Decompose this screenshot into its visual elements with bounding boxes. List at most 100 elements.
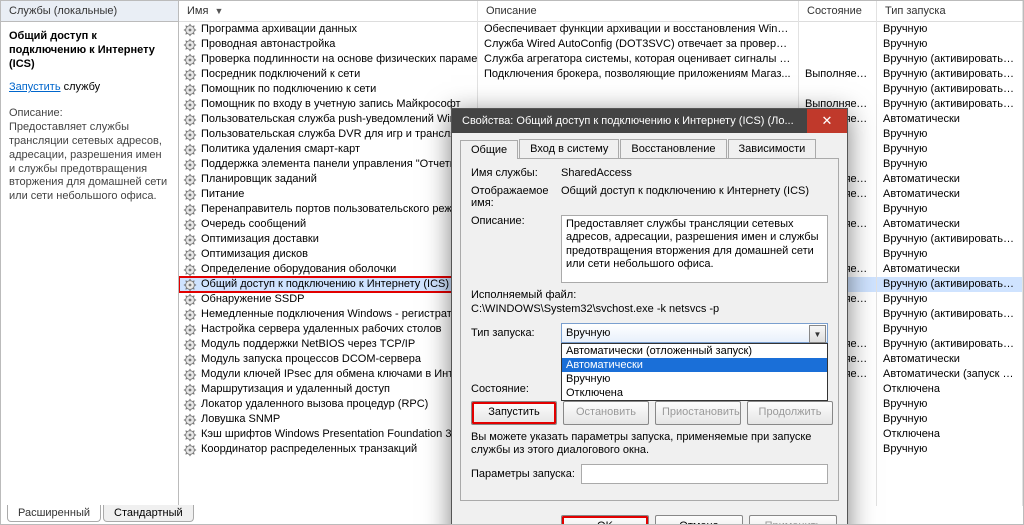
gear-icon	[183, 248, 197, 262]
service-row-startup[interactable]: Вручную (активировать з...	[877, 67, 1022, 82]
service-row-startup[interactable]: Вручную	[877, 142, 1022, 157]
service-row-name[interactable]: Локатор удаленного вызова процедур (RPC)	[179, 397, 477, 412]
service-row-name[interactable]: Модуль поддержки NetBIOS через TCP/IP	[179, 337, 477, 352]
service-row-startup[interactable]: Вручную	[877, 157, 1022, 172]
service-row-startup[interactable]: Автоматически	[877, 112, 1022, 127]
service-row-state[interactable]	[799, 37, 876, 52]
column-header-state[interactable]: Состояние	[799, 1, 876, 22]
service-row-startup[interactable]: Вручную (активировать з...	[877, 52, 1022, 67]
service-row-name[interactable]: Оптимизация доставки	[179, 232, 477, 247]
dialog-tab-recovery[interactable]: Восстановление	[620, 139, 726, 158]
service-row-startup[interactable]: Вручную	[877, 397, 1022, 412]
close-icon: ✕	[822, 113, 833, 129]
service-row-startup[interactable]: Вручную	[877, 412, 1022, 427]
service-row-name[interactable]: Помощник по подключению к сети	[179, 82, 477, 97]
startup-option[interactable]: Автоматически	[562, 358, 827, 372]
service-row-name[interactable]: Помощник по входу в учетную запись Майкр…	[179, 97, 477, 112]
service-row-name[interactable]: Проводная автонастройка	[179, 37, 477, 52]
startup-type-value: Вручную	[561, 323, 828, 343]
service-row-desc[interactable]	[478, 82, 798, 97]
service-row-name[interactable]: Пользовательская служба DVR для игр и тр…	[179, 127, 477, 142]
service-row-startup[interactable]: Автоматически	[877, 187, 1022, 202]
startup-option[interactable]: Отключена	[562, 386, 827, 400]
service-row-startup[interactable]: Отключена	[877, 427, 1022, 442]
service-row-startup[interactable]: Вручную	[877, 127, 1022, 142]
service-row-startup[interactable]: Вручную	[877, 37, 1022, 52]
service-row-startup[interactable]: Вручную (активировать з...	[877, 97, 1022, 112]
column-header-description[interactable]: Описание	[478, 1, 798, 22]
service-row-state[interactable]: Выполняется	[799, 67, 876, 82]
service-row-desc[interactable]: Служба Wired AutoConfig (DOT3SVC) отвеча…	[478, 37, 798, 52]
service-row-name[interactable]: Настройка сервера удаленных рабочих стол…	[179, 322, 477, 337]
service-row-startup[interactable]: Автоматически	[877, 262, 1022, 277]
service-row-name[interactable]: Питание	[179, 187, 477, 202]
service-row-desc[interactable]: Обеспечивает функции архивации и восстан…	[478, 22, 798, 37]
tab-standard[interactable]: Стандартный	[103, 505, 194, 522]
service-row-startup[interactable]: Автоматически	[877, 172, 1022, 187]
start-service-link[interactable]: Запустить	[9, 81, 61, 93]
service-row-startup[interactable]: Вручную	[877, 247, 1022, 262]
start-params-input[interactable]	[581, 464, 828, 484]
service-row-state[interactable]	[799, 82, 876, 97]
service-row-name[interactable]: Кэш шрифтов Windows Presentation Foundat…	[179, 427, 477, 442]
service-row-startup[interactable]: Вручную	[877, 202, 1022, 217]
cancel-button[interactable]: Отмена	[655, 515, 743, 525]
service-row-name[interactable]: Проверка подлинности на основе физически…	[179, 52, 477, 67]
service-row-startup[interactable]: Вручную	[877, 442, 1022, 457]
dialog-tab-dependencies[interactable]: Зависимости	[728, 139, 817, 158]
gear-icon	[183, 188, 197, 202]
service-row-state[interactable]	[799, 52, 876, 67]
service-row-startup[interactable]: Вручную (активировать з...	[877, 277, 1022, 292]
service-row-startup[interactable]: Вручную	[877, 22, 1022, 37]
service-row-name[interactable]: Планировщик заданий	[179, 172, 477, 187]
service-row-startup[interactable]: Отключена	[877, 382, 1022, 397]
column-header-startup[interactable]: Тип запуска	[877, 1, 1022, 22]
service-row-startup[interactable]: Вручную (активировать з...	[877, 337, 1022, 352]
dialog-tab-general[interactable]: Общие	[460, 140, 518, 159]
service-row-startup[interactable]: Автоматически	[877, 352, 1022, 367]
service-row-name[interactable]: Посредник подключений к сети	[179, 67, 477, 82]
service-row-name[interactable]: Модуль запуска процессов DCOM-сервера	[179, 352, 477, 367]
service-row-name[interactable]: Ловушка SNMP	[179, 412, 477, 427]
start-button[interactable]: Запустить	[471, 401, 557, 425]
service-row-desc[interactable]: Служба агрегатора системы, которая оцени…	[478, 52, 798, 67]
service-row-state[interactable]	[799, 22, 876, 37]
service-row-startup[interactable]: Автоматически	[877, 217, 1022, 232]
dialog-tab-logon[interactable]: Вход в систему	[519, 139, 619, 158]
service-row-startup[interactable]: Вручную (активировать з...	[877, 307, 1022, 322]
service-row-name[interactable]: Перенаправитель портов пользовательского…	[179, 202, 477, 217]
ok-button[interactable]: OK	[561, 515, 649, 525]
service-row-name[interactable]: Определение оборудования оболочки	[179, 262, 477, 277]
description-textarea[interactable]: Предоставляет службы трансляции сетевых …	[561, 215, 828, 283]
service-row-name[interactable]: Поддержка элемента панели управления "От…	[179, 157, 477, 172]
service-row-name[interactable]: Пользовательская служба push-уведомлений…	[179, 112, 477, 127]
service-row-startup[interactable]: Вручную	[877, 292, 1022, 307]
service-row-name[interactable]: Политика удаления смарт-карт	[179, 142, 477, 157]
service-row-startup[interactable]: Вручную (активировать з...	[877, 232, 1022, 247]
apply-button: Применить	[749, 515, 837, 525]
gear-icon	[183, 293, 197, 307]
service-row-startup[interactable]: Вручную	[877, 322, 1022, 337]
service-row-desc[interactable]: Подключения брокера, позволяющие приложе…	[478, 67, 798, 82]
service-row-name[interactable]: Маршрутизация и удаленный доступ	[179, 382, 477, 397]
dialog-close-button[interactable]: ✕	[807, 109, 847, 133]
service-row-name[interactable]: Модули ключей IPsec для обмена ключами в…	[179, 367, 477, 382]
column-header-name[interactable]: Имя ▼	[179, 1, 477, 22]
service-row-name[interactable]: Очередь сообщений	[179, 217, 477, 232]
service-row-name[interactable]: Немедленные подключения Windows - регист…	[179, 307, 477, 322]
service-row-name[interactable]: Оптимизация дисков	[179, 247, 477, 262]
startup-type-select[interactable]: Вручную ▼ Автоматически (отложенный запу…	[561, 323, 828, 343]
dialog-titlebar[interactable]: Свойства: Общий доступ к подключению к И…	[452, 109, 847, 133]
service-row-name[interactable]: Общий доступ к подключению к Интернету (…	[179, 277, 477, 292]
label-executable: Исполняемый файл:	[471, 289, 828, 301]
service-row-name[interactable]: Координатор распределенных транзакций	[179, 442, 477, 457]
tab-extended[interactable]: Расширенный	[7, 505, 101, 522]
startup-type-dropdown[interactable]: Автоматически (отложенный запуск)Автомат…	[561, 343, 828, 401]
label-service-name: Имя службы:	[471, 167, 561, 179]
service-row-startup[interactable]: Автоматически (запуск п...	[877, 367, 1022, 382]
startup-option[interactable]: Вручную	[562, 372, 827, 386]
service-row-name[interactable]: Программа архивации данных	[179, 22, 477, 37]
startup-option[interactable]: Автоматически (отложенный запуск)	[562, 344, 827, 358]
service-row-startup[interactable]: Вручную (активировать з...	[877, 82, 1022, 97]
service-row-name[interactable]: Обнаружение SSDP	[179, 292, 477, 307]
